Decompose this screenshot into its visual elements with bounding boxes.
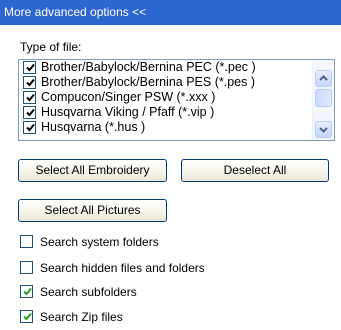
- advanced-options-title: More advanced options <<: [4, 5, 147, 19]
- file-type-checkbox[interactable]: [23, 121, 36, 134]
- file-type-checkbox[interactable]: [23, 61, 36, 74]
- scroll-down-button[interactable]: [315, 121, 332, 138]
- scroll-thumb[interactable]: [315, 89, 332, 107]
- file-type-list[interactable]: Brother/Babylock/Bernina PEC (*.pec ) Br…: [18, 59, 335, 141]
- advanced-options-toggle[interactable]: More advanced options <<: [0, 0, 341, 25]
- file-type-checkbox[interactable]: [23, 91, 36, 104]
- select-all-embroidery-button[interactable]: Select All Embroidery: [18, 159, 167, 182]
- search-zip-files-label: Search Zip files: [40, 310, 123, 324]
- file-type-checkbox[interactable]: [23, 76, 36, 89]
- checkmark-icon: [26, 108, 35, 117]
- file-type-scrollbar[interactable]: [312, 60, 334, 140]
- file-type-item[interactable]: Brother/Babylock/Bernina PES (*.pes ): [19, 75, 311, 90]
- checkmark-icon: [23, 287, 32, 296]
- advanced-options-panel: Type of file: Brother/Babylock/Bernina P…: [0, 25, 341, 330]
- search-hidden-files-checkbox[interactable]: [20, 261, 33, 274]
- search-subfolders-label: Search subfolders: [40, 285, 137, 299]
- file-type-item[interactable]: Husqvarna Viking / Pfaff (*.vip ): [19, 105, 311, 120]
- search-hidden-files-label: Search hidden files and folders: [40, 261, 205, 275]
- scroll-up-button[interactable]: [315, 70, 332, 87]
- checkmark-icon: [26, 93, 35, 102]
- file-type-item[interactable]: Compucon/Singer PSW (*.xxx ): [19, 90, 311, 105]
- deselect-all-button[interactable]: Deselect All: [181, 159, 329, 182]
- file-type-item-label: Husqvarna (*.hus ): [41, 120, 146, 134]
- checkmark-icon: [26, 78, 35, 87]
- checkmark-icon: [26, 123, 35, 132]
- file-type-item-label: Husqvarna Viking / Pfaff (*.vip ): [41, 105, 215, 119]
- file-type-item[interactable]: Brother/Babylock/Bernina PEC (*.pec ): [19, 60, 311, 75]
- chevron-up-icon: [319, 75, 328, 81]
- search-system-folders-checkbox[interactable]: [20, 235, 33, 248]
- checkmark-icon: [23, 312, 32, 321]
- search-system-folders-label: Search system folders: [40, 235, 159, 249]
- file-type-item[interactable]: Husqvarna (*.hus ): [19, 120, 311, 135]
- chevron-down-icon: [319, 127, 328, 133]
- file-type-checkbox[interactable]: [23, 106, 36, 119]
- file-type-item-label: Brother/Babylock/Bernina PES (*.pes ): [41, 75, 255, 89]
- file-type-items: Brother/Babylock/Bernina PEC (*.pec ) Br…: [19, 60, 311, 135]
- search-zip-files-checkbox[interactable]: [20, 310, 33, 323]
- search-subfolders-checkbox[interactable]: [20, 285, 33, 298]
- select-all-pictures-button[interactable]: Select All Pictures: [18, 199, 167, 222]
- file-type-item-label: Compucon/Singer PSW (*.xxx ): [41, 90, 216, 104]
- file-type-item-label: Brother/Babylock/Bernina PEC (*.pec ): [41, 60, 256, 74]
- file-type-label: Type of file:: [20, 40, 82, 54]
- checkmark-icon: [26, 63, 35, 72]
